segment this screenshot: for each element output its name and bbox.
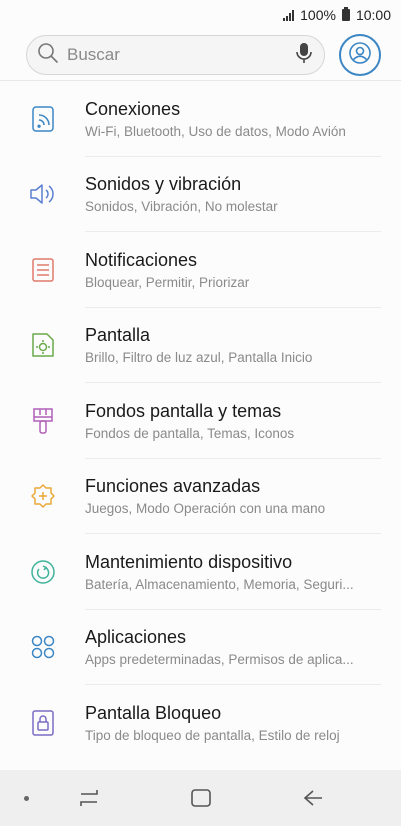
lock-screen-icon xyxy=(0,708,85,738)
advanced-features-icon xyxy=(0,482,85,510)
settings-item-subtitle: Fondos de pantalla, Temas, Iconos xyxy=(85,425,295,441)
recent-apps-icon xyxy=(78,790,100,812)
home-icon xyxy=(190,789,212,812)
battery-percent: 100% xyxy=(300,7,336,23)
apps-icon xyxy=(0,633,85,661)
search-icon xyxy=(37,42,59,69)
back-arrow-icon xyxy=(302,790,324,812)
navigation-bar xyxy=(0,770,401,826)
clock: 10:00 xyxy=(355,7,391,23)
settings-item-title: Notificaciones xyxy=(85,249,198,270)
settings-item-title: Conexiones xyxy=(85,98,181,119)
notifications-icon xyxy=(0,256,85,284)
settings-item-lock-screen[interactable]: Pantalla Bloqueo Tipo de bloqueo de pant… xyxy=(0,685,401,761)
settings-item-display[interactable]: Pantalla Brillo, Filtro de luz azul, Pan… xyxy=(0,308,401,384)
settings-item-title: Mantenimiento dispositivo xyxy=(85,551,293,572)
search-input[interactable]: Buscar xyxy=(26,35,325,75)
account-icon xyxy=(348,41,372,70)
settings-item-subtitle: Wi-Fi, Bluetooth, Uso de datos, Modo Avi… xyxy=(85,123,346,139)
recent-apps-button[interactable] xyxy=(78,788,100,813)
settings-item-title: Pantalla xyxy=(85,325,151,346)
settings-item-title: Aplicaciones xyxy=(85,627,187,648)
settings-item-sounds[interactable]: Sonidos y vibración Sonidos, Vibración, … xyxy=(0,157,401,233)
settings-item-themes[interactable]: Fondos pantalla y temas Fondos de pantal… xyxy=(0,383,401,459)
settings-item-advanced-features[interactable]: Funciones avanzadas Juegos, Modo Operaci… xyxy=(0,459,401,535)
search-placeholder: Buscar xyxy=(67,45,120,64)
settings-item-applications[interactable]: Aplicaciones Apps predeterminadas, Permi… xyxy=(0,610,401,686)
settings-item-subtitle: Sonidos, Vibración, No molestar xyxy=(85,199,278,215)
settings-item-subtitle: Batería, Almacenamiento, Memoria, Seguri… xyxy=(85,576,354,592)
display-icon xyxy=(0,331,85,359)
sound-icon xyxy=(0,181,85,207)
settings-list: Conexiones Wi-Fi, Bluetooth, Uso de dato… xyxy=(0,81,401,761)
settings-item-subtitle: Juegos, Modo Operación con una mano xyxy=(85,501,326,517)
settings-item-subtitle: Tipo de bloqueo de pantalla, Estilo de r… xyxy=(85,727,340,743)
connections-icon xyxy=(0,104,85,134)
settings-item-title: Pantalla Bloqueo xyxy=(85,702,222,723)
settings-item-title: Sonidos y vibración xyxy=(85,174,242,195)
microphone-icon[interactable] xyxy=(294,41,314,70)
settings-item-title: Fondos pantalla y temas xyxy=(85,400,282,421)
settings-item-connections[interactable]: Conexiones Wi-Fi, Bluetooth, Uso de dato… xyxy=(0,81,401,157)
settings-item-subtitle: Bloquear, Permitir, Priorizar xyxy=(85,274,250,290)
settings-item-subtitle: Brillo, Filtro de luz azul, Pantalla Ini… xyxy=(85,350,313,366)
profile-button[interactable] xyxy=(339,34,381,76)
device-maintenance-icon xyxy=(0,558,85,586)
back-button[interactable] xyxy=(302,788,324,813)
settings-item-title: Funciones avanzadas xyxy=(85,476,261,497)
nav-dot-indicator xyxy=(24,795,29,801)
status-bar: 100% 10:00 xyxy=(0,0,401,30)
home-button[interactable] xyxy=(190,788,212,813)
signal-icon xyxy=(283,9,295,21)
search-row: Buscar xyxy=(0,30,401,80)
themes-icon xyxy=(0,406,85,436)
settings-item-device-maintenance[interactable]: Mantenimiento dispositivo Batería, Almac… xyxy=(0,534,401,610)
settings-item-subtitle: Apps predeterminadas, Permisos de aplica… xyxy=(85,652,354,668)
settings-item-notifications[interactable]: Notificaciones Bloquear, Permitir, Prior… xyxy=(0,232,401,308)
battery-icon xyxy=(341,7,350,21)
